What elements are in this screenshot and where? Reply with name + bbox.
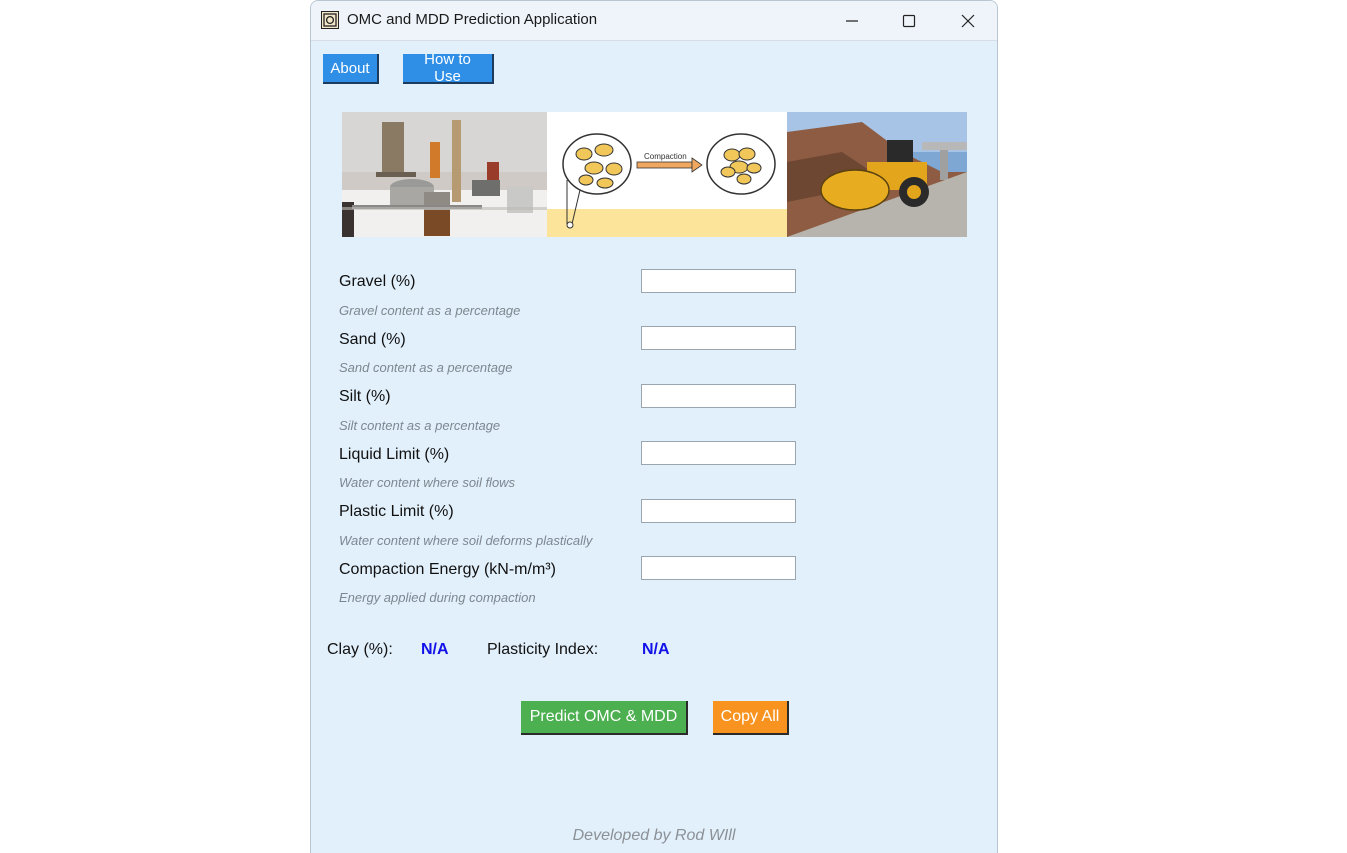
- plasticity-index-label: Plasticity Index:: [487, 641, 599, 658]
- gravel-label: Gravel (%): [339, 273, 416, 290]
- silt-label: Silt (%): [339, 388, 391, 405]
- silt-hint: Silt content as a percentage: [339, 418, 501, 433]
- plastic-limit-label: Plastic Limit (%): [339, 503, 454, 520]
- clay-value: N/A: [421, 641, 449, 658]
- app-window: OMC and MDD Prediction Application About…: [310, 0, 998, 853]
- silt-input[interactable]: [641, 384, 796, 408]
- minimize-icon: [846, 20, 858, 22]
- how-to-use-button[interactable]: How to Use: [403, 51, 494, 85]
- gravel-input[interactable]: [641, 269, 796, 293]
- plastic-limit-input[interactable]: [641, 499, 796, 523]
- copy-all-button[interactable]: Copy All: [713, 701, 789, 735]
- liquid-limit-input[interactable]: [641, 441, 796, 465]
- close-button[interactable]: [945, 5, 991, 37]
- maximize-button[interactable]: [886, 5, 932, 37]
- window-title: OMC and MDD Prediction Application: [347, 11, 598, 28]
- title-bar: OMC and MDD Prediction Application: [311, 1, 997, 41]
- roller-compactor-photo: [787, 112, 967, 237]
- liquid-limit-hint: Water content where soil flows: [339, 475, 516, 490]
- predict-button[interactable]: Predict OMC & MDD: [521, 701, 688, 735]
- compaction-energy-hint: Energy applied during compaction: [339, 590, 536, 605]
- app-icon: [321, 11, 339, 29]
- banner-image: Compaction: [342, 112, 967, 237]
- clay-label: Clay (%):: [327, 641, 393, 658]
- about-button[interactable]: About: [323, 54, 379, 84]
- sand-label: Sand (%): [339, 331, 406, 348]
- maximize-icon: [902, 14, 916, 28]
- compaction-diagram: Compaction: [547, 112, 787, 237]
- sand-input[interactable]: [641, 326, 796, 350]
- close-icon: [961, 14, 975, 28]
- compaction-text: Compaction: [644, 152, 687, 161]
- plasticity-index-value: N/A: [642, 641, 670, 658]
- developer-credit: Developed by Rod WIll: [572, 827, 736, 844]
- liquid-limit-label: Liquid Limit (%): [339, 446, 450, 463]
- lab-equipment-photo: [342, 112, 547, 237]
- compaction-energy-label: Compaction Energy (kN-m/m³): [339, 561, 556, 578]
- sand-hint: Sand content as a percentage: [339, 360, 513, 375]
- plastic-limit-hint: Water content where soil deforms plastic…: [339, 533, 593, 548]
- compaction-energy-input[interactable]: [641, 556, 796, 580]
- minimize-button[interactable]: [829, 5, 875, 37]
- gravel-hint: Gravel content as a percentage: [339, 303, 521, 318]
